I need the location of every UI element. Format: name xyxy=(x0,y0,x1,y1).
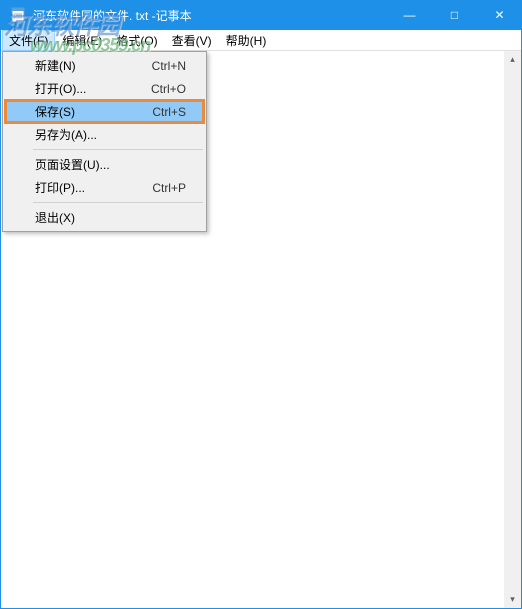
menu-item-label: 另存为(A)... xyxy=(35,126,186,143)
title-bar: 河东软件园的文件. txt -记事本 — □ ✕ xyxy=(0,0,522,30)
chevron-up-icon: ▴ xyxy=(510,54,515,65)
minimize-button[interactable]: — xyxy=(387,0,432,30)
menu-file[interactable]: 文件(F) xyxy=(2,30,55,51)
menu-bar: 文件(F) 编辑(E) 格式(O) 查看(V) 帮助(H) xyxy=(0,30,522,51)
menu-label: 编辑(E) xyxy=(62,34,102,48)
menu-label: 文件(F) xyxy=(9,34,48,48)
menu-item-label: 打印(P)... xyxy=(35,179,152,196)
menu-item-label: 退出(X) xyxy=(35,209,186,226)
menu-label: 查看(V) xyxy=(172,34,212,48)
menu-item-shortcut: Ctrl+N xyxy=(152,59,204,73)
menu-label: 格式(O) xyxy=(116,34,157,48)
menu-format[interactable]: 格式(O) xyxy=(109,30,164,51)
scroll-up-button[interactable]: ▴ xyxy=(504,51,521,68)
scroll-down-button[interactable]: ▾ xyxy=(504,591,521,608)
menu-item-page-setup[interactable]: 页面设置(U)... xyxy=(5,153,204,176)
menu-item-shortcut: Ctrl+P xyxy=(152,181,204,195)
menu-item-save[interactable]: 保存(S) Ctrl+S xyxy=(5,100,204,123)
menu-separator xyxy=(33,149,203,150)
window-title: 河东软件园的文件. txt -记事本 xyxy=(33,7,387,24)
menu-separator xyxy=(33,202,203,203)
chevron-down-icon: ▾ xyxy=(510,594,515,605)
close-icon: ✕ xyxy=(494,8,504,22)
maximize-icon: □ xyxy=(451,8,458,22)
notepad-icon xyxy=(8,5,28,25)
menu-item-new[interactable]: 新建(N) Ctrl+N xyxy=(5,54,204,77)
menu-item-shortcut: Ctrl+O xyxy=(151,82,204,96)
menu-label: 帮助(H) xyxy=(226,34,267,48)
menu-item-label: 打开(O)... xyxy=(35,80,151,97)
menu-item-shortcut: Ctrl+S xyxy=(152,105,204,119)
close-button[interactable]: ✕ xyxy=(477,0,522,30)
menu-item-print[interactable]: 打印(P)... Ctrl+P xyxy=(5,176,204,199)
menu-item-open[interactable]: 打开(O)... Ctrl+O xyxy=(5,77,204,100)
menu-item-label: 页面设置(U)... xyxy=(35,156,186,173)
menu-item-save-as[interactable]: 另存为(A)... xyxy=(5,123,204,146)
menu-item-label: 新建(N) xyxy=(35,57,152,74)
menu-help[interactable]: 帮助(H) xyxy=(219,30,274,51)
menu-item-exit[interactable]: 退出(X) xyxy=(5,206,204,229)
vertical-scrollbar[interactable]: ▴ ▾ xyxy=(504,51,521,608)
menu-view[interactable]: 查看(V) xyxy=(165,30,219,51)
file-menu-dropdown: 新建(N) Ctrl+N 打开(O)... Ctrl+O 保存(S) Ctrl+… xyxy=(2,51,207,232)
menu-item-label: 保存(S) xyxy=(35,103,152,120)
minimize-icon: — xyxy=(404,8,416,22)
maximize-button[interactable]: □ xyxy=(432,0,477,30)
menu-edit[interactable]: 编辑(E) xyxy=(55,30,109,51)
